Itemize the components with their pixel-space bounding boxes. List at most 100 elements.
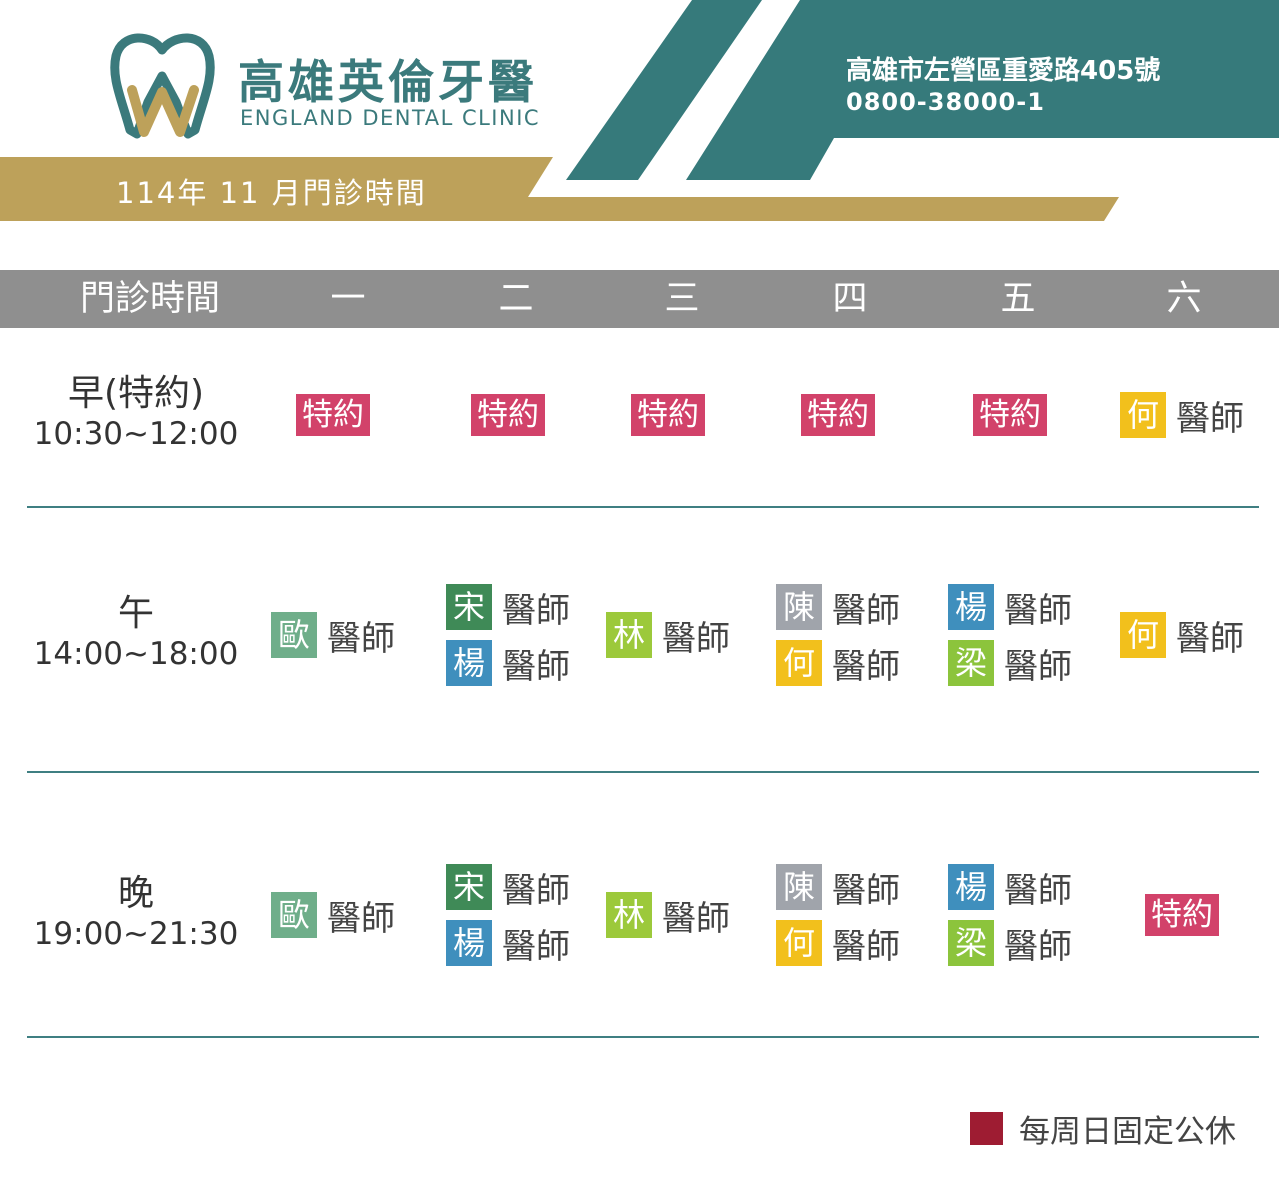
appointment-tag: 特約	[973, 394, 1047, 436]
holiday-legend-swatch	[970, 1112, 1003, 1145]
doctor-title: 醫師	[327, 898, 395, 939]
schedule-cell-wed: 林醫師	[586, 855, 751, 975]
table-header-row: 門診時間 一 二 三 四 五 六	[0, 270, 1279, 328]
schedule-title: 114年 11 月門診時間	[116, 176, 427, 210]
doctor-name-badge: 楊	[446, 640, 492, 686]
schedule-cell-thu: 特約	[756, 355, 921, 475]
row-divider	[27, 771, 1259, 773]
doctor-name-badge: 宋	[446, 584, 492, 630]
doctor-entry: 歐醫師	[271, 612, 395, 659]
schedule-cell-sat: 特約	[1100, 855, 1265, 975]
schedule-cell-mon: 歐醫師	[251, 855, 416, 975]
appointment-tag: 特約	[471, 394, 545, 436]
time-slot-range: 14:00~18:00	[33, 636, 239, 672]
doctor-name-badge: 宋	[446, 864, 492, 910]
doctor-title: 醫師	[1176, 618, 1244, 659]
appointment-tag: 特約	[1145, 894, 1219, 936]
doctor-entry: 何醫師	[776, 640, 900, 687]
time-slot-name: 午	[117, 593, 154, 634]
time-slot-label: 早(特約) 10:30~12:00	[0, 373, 272, 453]
header-day-wed: 三	[664, 279, 700, 319]
schedule-cell-mon: 特約	[251, 355, 416, 475]
schedule-cell-thu: 陳醫師何醫師	[756, 575, 921, 695]
doctor-name-badge: 何	[776, 640, 822, 686]
schedule-cell-tue: 宋醫師楊醫師	[426, 575, 591, 695]
schedule-cell-fri: 特約	[928, 355, 1093, 475]
header-day-mon: 一	[330, 279, 366, 319]
doctor-title: 醫師	[327, 618, 395, 659]
doctor-entry: 陳醫師	[776, 864, 900, 911]
doctor-name-badge: 楊	[446, 920, 492, 966]
schedule-cell-thu: 陳醫師何醫師	[756, 855, 921, 975]
doctor-entry: 梁醫師	[948, 640, 1072, 687]
doctor-entry: 宋醫師	[446, 584, 570, 631]
header-day-fri: 五	[1000, 279, 1036, 319]
schedule-cell-mon: 歐醫師	[251, 575, 416, 695]
doctor-title: 醫師	[1176, 398, 1244, 439]
schedule-cell-tue: 宋醫師楊醫師	[426, 855, 591, 975]
doctor-name-badge: 楊	[948, 864, 994, 910]
doctor-name-badge: 何	[776, 920, 822, 966]
tooth-logo-icon	[110, 33, 215, 139]
schedule-cell-sat: 何醫師	[1100, 575, 1265, 695]
row-divider	[27, 1036, 1259, 1038]
doctor-title: 醫師	[502, 590, 570, 631]
header-day-tue: 二	[498, 279, 534, 319]
legend: 每周日固定公休	[970, 1106, 1236, 1151]
row-divider	[27, 506, 1259, 508]
doctor-entry: 何醫師	[1120, 612, 1244, 659]
doctor-entry: 梁醫師	[948, 920, 1072, 967]
clinic-address: 高雄市左營區重愛路405號	[846, 56, 1161, 86]
doctor-title: 醫師	[832, 926, 900, 967]
doctor-title: 醫師	[832, 870, 900, 911]
doctor-title: 醫師	[832, 646, 900, 687]
doctor-name-badge: 歐	[271, 612, 317, 658]
doctor-title: 醫師	[1004, 870, 1072, 911]
header-day-thu: 四	[832, 279, 868, 319]
time-slot-range: 19:00~21:30	[33, 916, 239, 952]
appointment-tag: 特約	[296, 394, 370, 436]
doctor-name-badge: 陳	[776, 864, 822, 910]
doctor-name-badge: 梁	[948, 920, 994, 966]
doctor-title: 醫師	[1004, 590, 1072, 631]
doctor-entry: 林醫師	[606, 612, 730, 659]
clinic-phone: 0800-38000-1	[846, 88, 1045, 116]
appointment-tag: 特約	[631, 394, 705, 436]
schedule-cell-fri: 楊醫師梁醫師	[928, 575, 1093, 695]
doctor-name-badge: 何	[1120, 612, 1166, 658]
doctor-title: 醫師	[502, 926, 570, 967]
schedule-cell-fri: 楊醫師梁醫師	[928, 855, 1093, 975]
header-clinic-hours: 門診時間	[79, 279, 220, 319]
time-slot-label: 晚 19:00~21:30	[0, 873, 272, 953]
time-slot-name: 晚	[117, 873, 154, 914]
doctor-entry: 林醫師	[606, 892, 730, 939]
schedule-cell-sat: 何醫師	[1100, 355, 1265, 475]
doctor-entry: 楊醫師	[948, 584, 1072, 631]
doctor-entry: 何醫師	[1120, 392, 1244, 439]
doctor-title: 醫師	[832, 590, 900, 631]
doctor-entry: 楊醫師	[948, 864, 1072, 911]
schedule-cell-wed: 林醫師	[586, 575, 751, 695]
doctor-title: 醫師	[1004, 646, 1072, 687]
doctor-name-badge: 何	[1120, 392, 1166, 438]
doctor-name-badge: 歐	[271, 892, 317, 938]
doctor-entry: 楊醫師	[446, 640, 570, 687]
time-slot-range: 10:30~12:00	[33, 416, 239, 452]
doctor-entry: 陳醫師	[776, 584, 900, 631]
doctor-title: 醫師	[1004, 926, 1072, 967]
doctor-entry: 歐醫師	[271, 892, 395, 939]
schedule-cell-tue: 特約	[426, 355, 591, 475]
doctor-entry: 何醫師	[776, 920, 900, 967]
doctor-name-badge: 梁	[948, 640, 994, 686]
clinic-name-english: ENGLAND DENTAL CLINIC	[240, 106, 541, 130]
doctor-name-badge: 林	[606, 612, 652, 658]
doctor-title: 醫師	[662, 618, 730, 659]
holiday-legend-text: 每周日固定公休	[1019, 1114, 1236, 1150]
doctor-title: 醫師	[662, 898, 730, 939]
doctor-name-badge: 陳	[776, 584, 822, 630]
header-day-sat: 六	[1166, 279, 1202, 319]
schedule-cell-wed: 特約	[586, 355, 751, 475]
doctor-entry: 楊醫師	[446, 920, 570, 967]
doctor-entry: 宋醫師	[446, 864, 570, 911]
clinic-name: 高雄英倫牙醫	[238, 55, 538, 109]
